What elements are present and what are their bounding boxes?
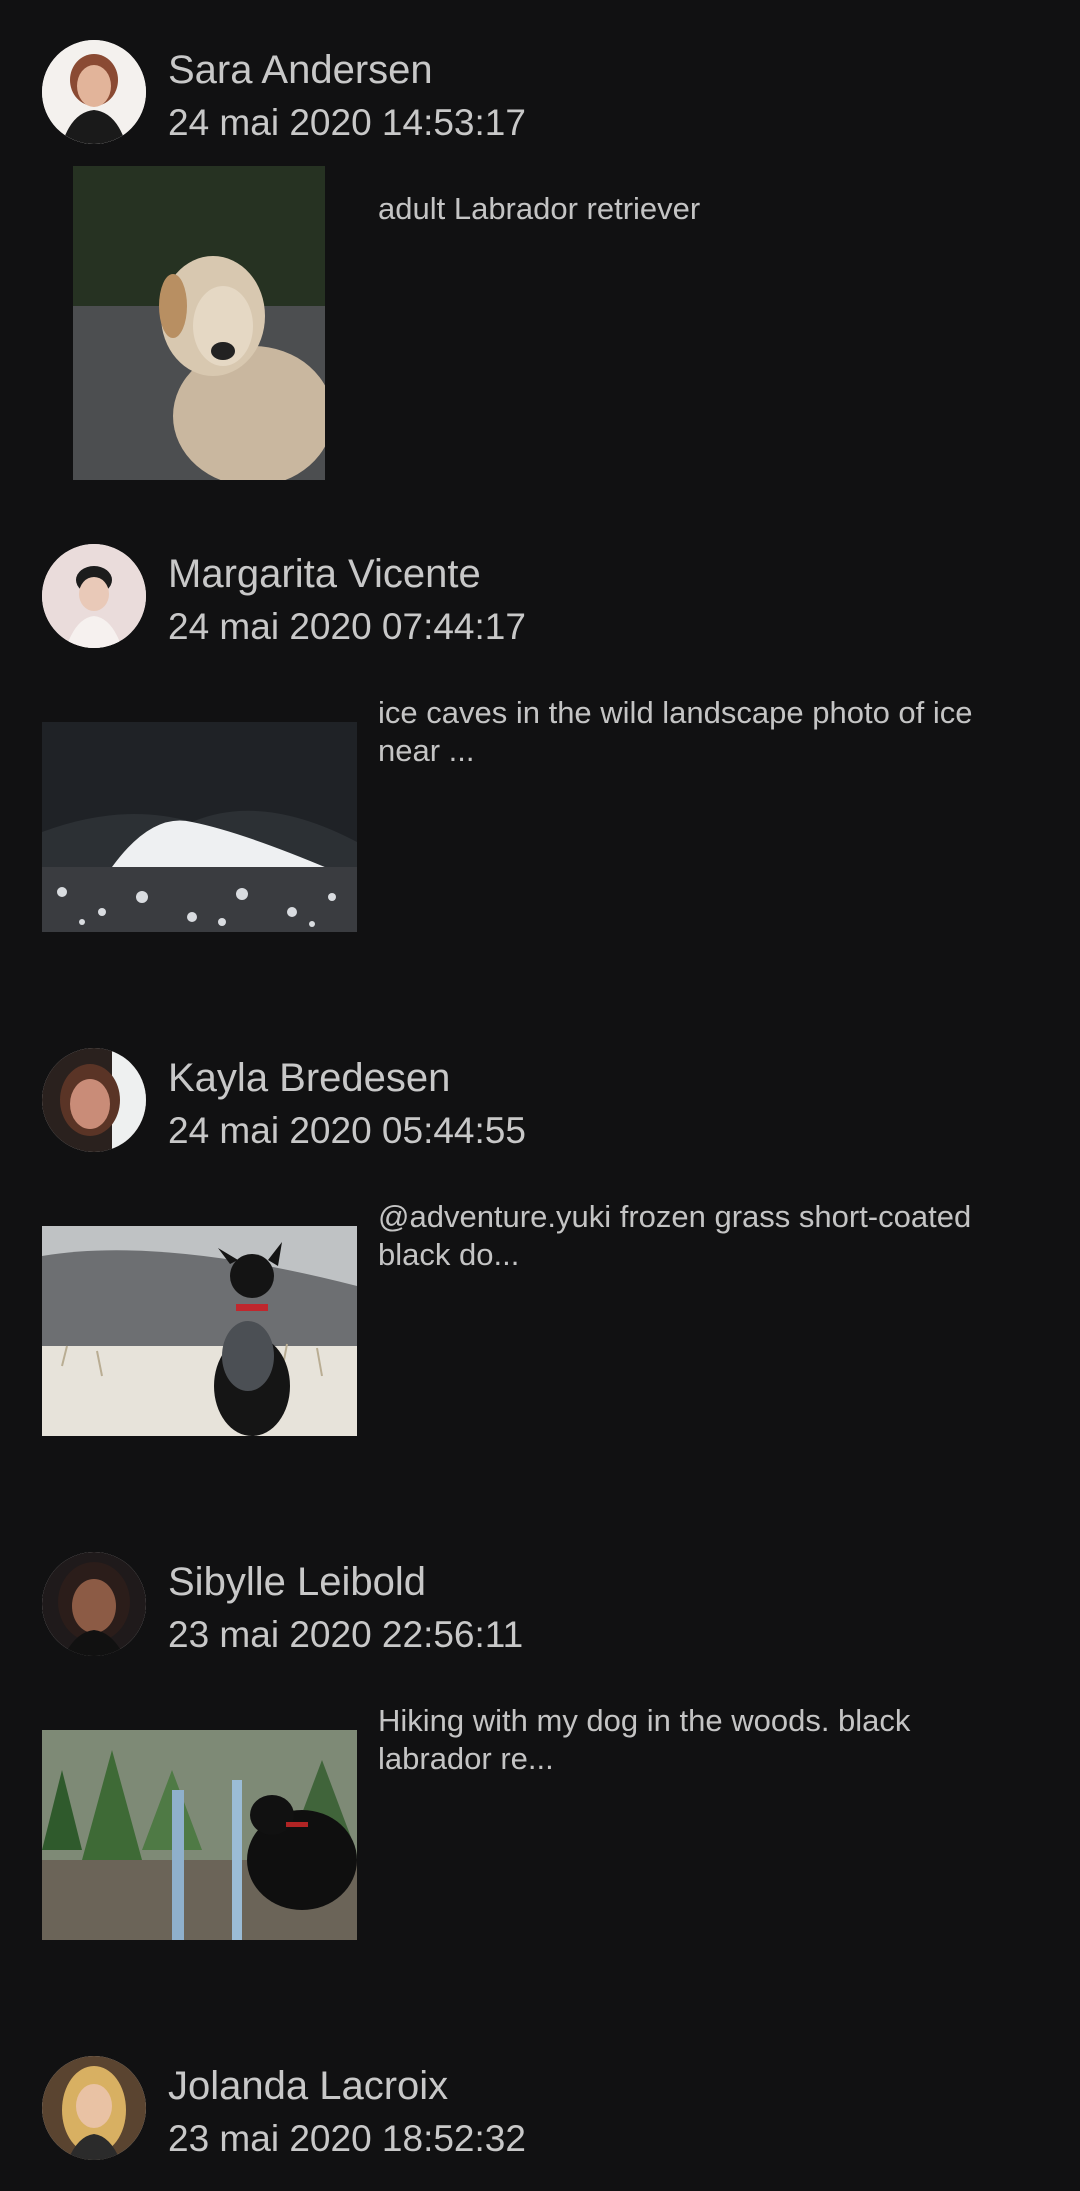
post-caption[interactable]: @adventure.yuki frozen grass short-coate…: [378, 1198, 1018, 1274]
post-timestamp: 24 mai 2020 14:53:17: [168, 102, 526, 143]
post-item[interactable]: Jolanda Lacroix 23 mai 2020 18:52:32: [0, 2016, 1080, 2191]
author-name[interactable]: Sara Andersen: [168, 46, 433, 94]
avatar[interactable]: [42, 40, 146, 144]
post-timestamp: 24 mai 2020 07:44:17: [168, 606, 526, 647]
avatar[interactable]: [42, 1048, 146, 1152]
post-caption[interactable]: ice caves in the wild landscape photo of…: [378, 694, 1018, 770]
post-photo[interactable]: [42, 1226, 357, 1436]
post-timestamp: 23 mai 2020 18:52:32: [168, 2118, 526, 2159]
avatar[interactable]: [42, 544, 146, 648]
post-feed: Sara Andersen 24 mai 2020 14:53:17 adult…: [0, 0, 1080, 2191]
avatar[interactable]: [42, 2056, 146, 2160]
post-caption[interactable]: Hiking with my dog in the woods. black l…: [378, 1702, 1018, 1778]
post-photo[interactable]: [42, 1730, 357, 1940]
post-timestamp: 24 mai 2020 05:44:55: [168, 1110, 526, 1151]
post-item[interactable]: Sara Andersen 24 mai 2020 14:53:17 adult…: [0, 0, 1080, 480]
author-name[interactable]: Jolanda Lacroix: [168, 2062, 448, 2110]
post-item[interactable]: Margarita Vicente 24 mai 2020 07:44:17 i…: [0, 504, 1080, 964]
author-name[interactable]: Kayla Bredesen: [168, 1054, 450, 1102]
post-photo[interactable]: [42, 722, 357, 932]
post-caption[interactable]: adult Labrador retriever: [378, 190, 1018, 228]
author-name[interactable]: Margarita Vicente: [168, 550, 481, 598]
post-item[interactable]: Kayla Bredesen 24 mai 2020 05:44:55 @adv…: [0, 1008, 1080, 1468]
avatar[interactable]: [42, 1552, 146, 1656]
post-item[interactable]: Sibylle Leibold 23 mai 2020 22:56:11 Hik…: [0, 1512, 1080, 1972]
post-photo[interactable]: [73, 166, 325, 480]
post-timestamp: 23 mai 2020 22:56:11: [168, 1614, 524, 1655]
author-name[interactable]: Sibylle Leibold: [168, 1558, 426, 1606]
